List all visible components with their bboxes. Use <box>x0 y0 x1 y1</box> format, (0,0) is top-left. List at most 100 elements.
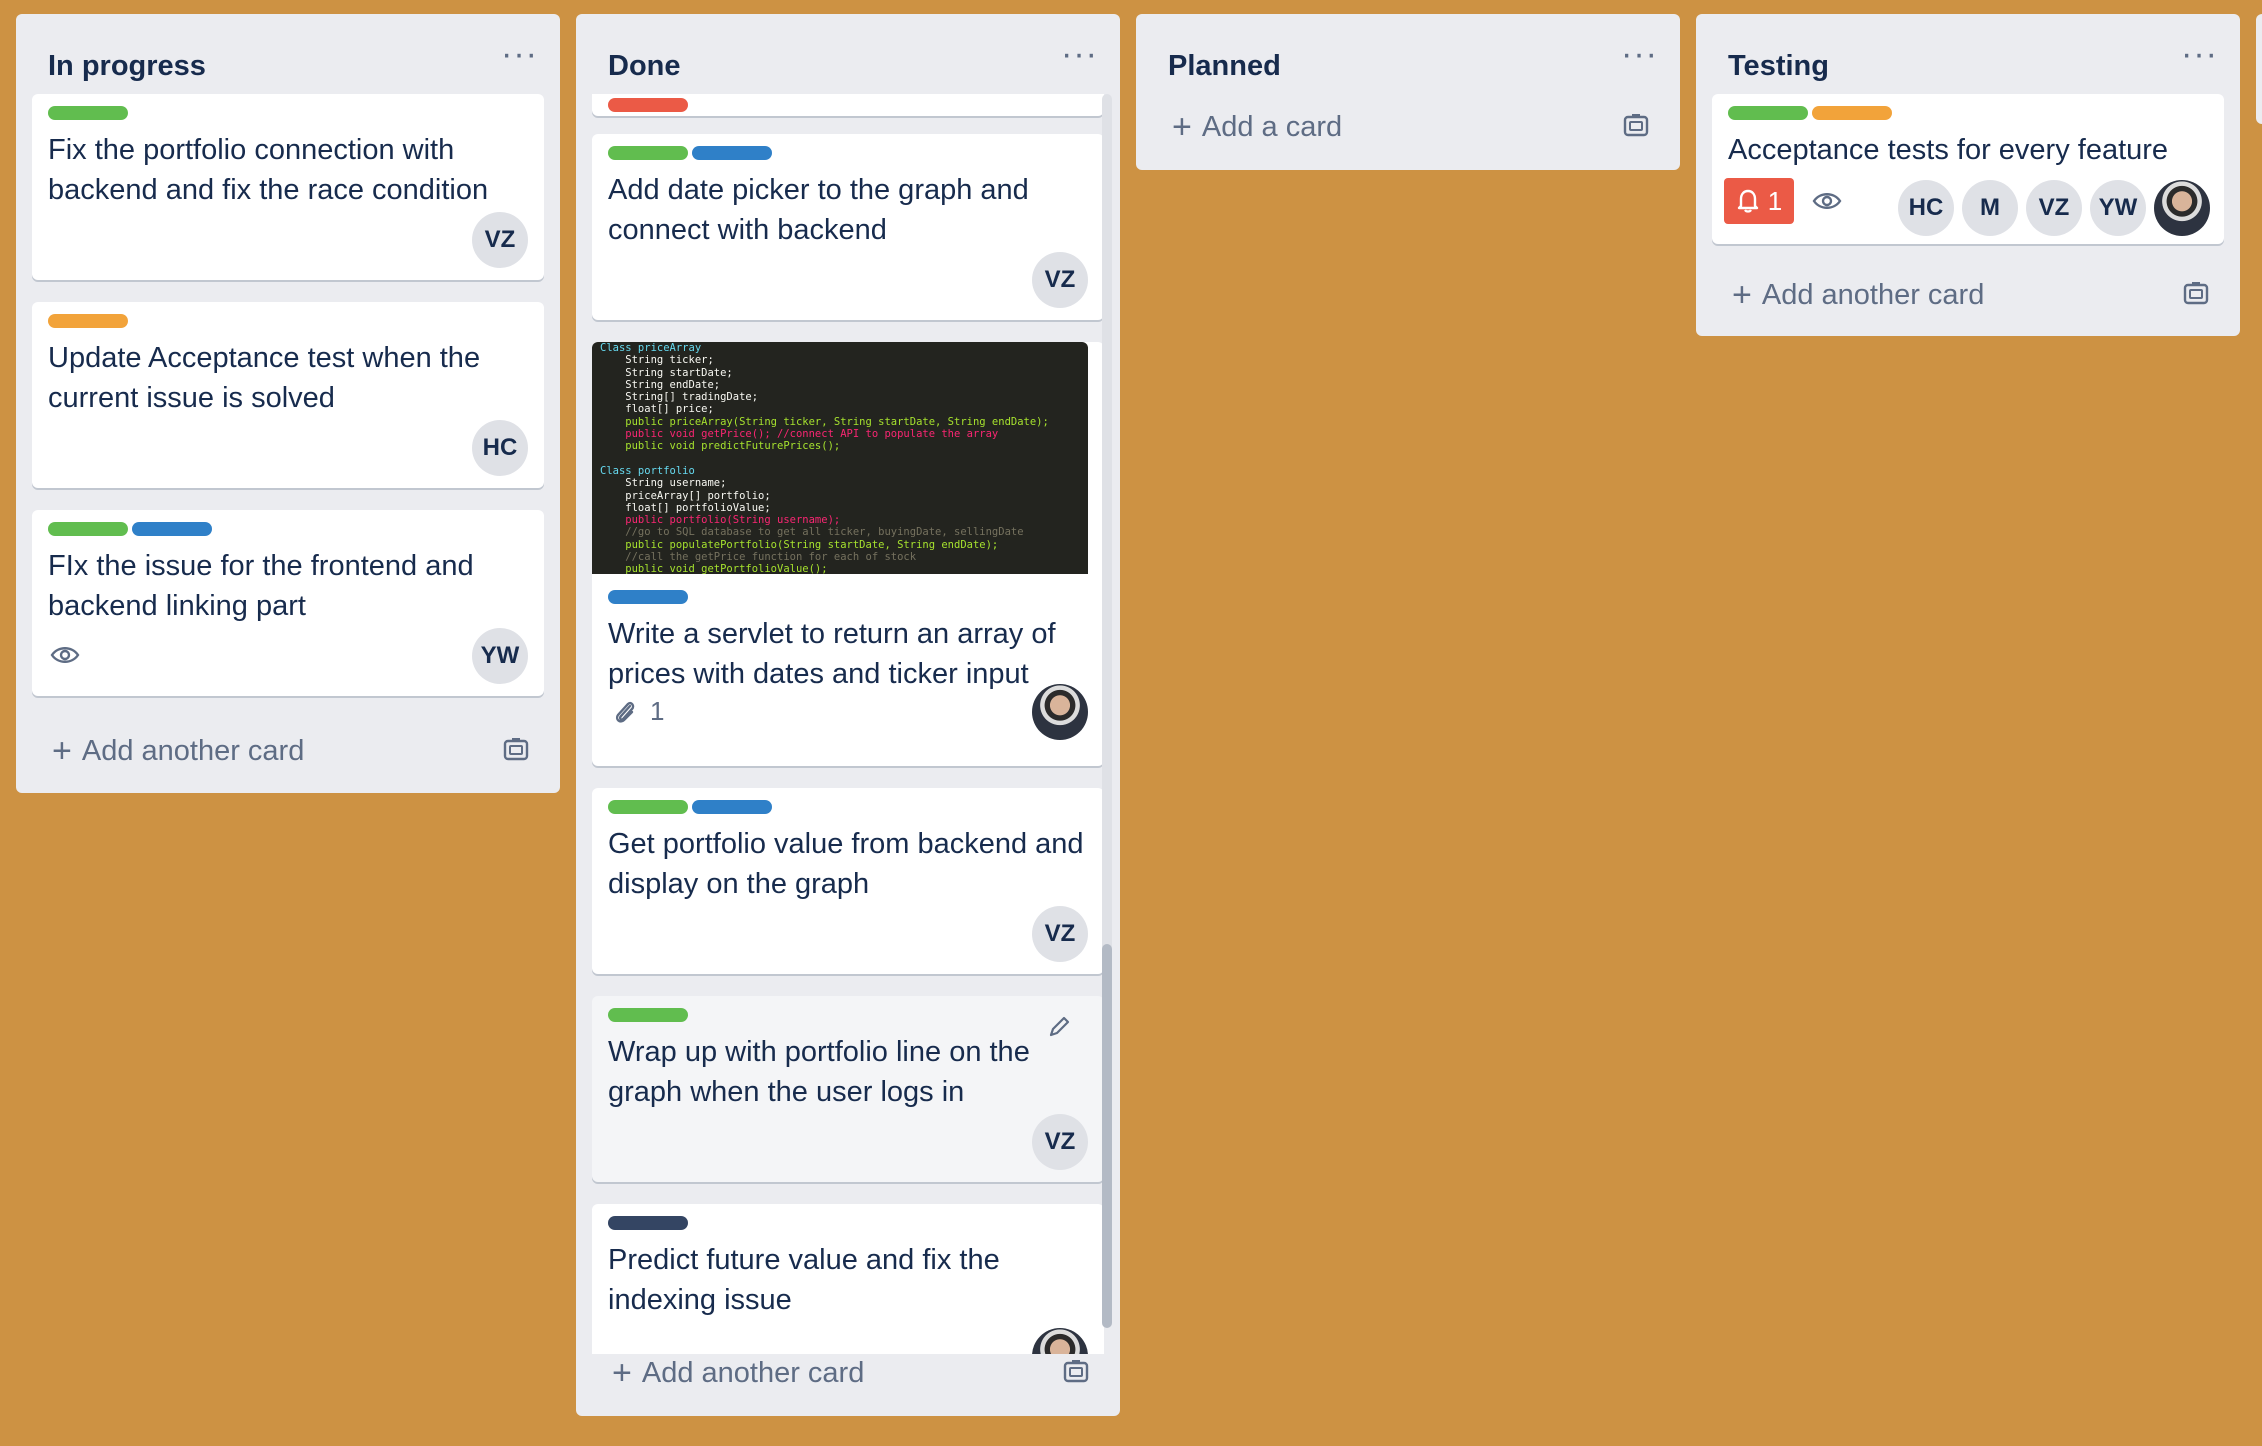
label-green[interactable] <box>608 146 688 160</box>
code-line: priceArray[] portfolio; <box>600 489 771 502</box>
code-line: String endDate; <box>600 378 721 391</box>
add-card-button[interactable]: + Add another card <box>612 1354 864 1393</box>
member-avatar-photo[interactable] <box>1032 684 1088 740</box>
card[interactable]: Get portfolio value from backend and dis… <box>592 788 1104 974</box>
code-line: String[] tradingDate; <box>600 391 759 404</box>
add-card-button[interactable]: + Add another card <box>52 732 304 771</box>
card-title: Predict future value and fix the indexin… <box>608 1244 1000 1316</box>
member-avatar-photo[interactable] <box>1032 1328 1088 1354</box>
card[interactable]: Add date picker to the graph and connect… <box>592 134 1104 320</box>
card-labels[interactable] <box>608 800 776 814</box>
card-labels[interactable] <box>608 146 776 160</box>
plus-icon: + <box>1172 108 1192 146</box>
card-partial[interactable] <box>592 94 1104 116</box>
card-title: FIx the issue for the frontend and backe… <box>48 550 474 622</box>
code-line: Class portfolio <box>600 464 695 477</box>
label-green[interactable] <box>608 800 688 814</box>
card-template-icon[interactable] <box>502 736 530 764</box>
code-line: float[] price; <box>600 403 714 416</box>
notification-badge[interactable]: 1 <box>1724 178 1794 224</box>
list-title[interactable]: Planned <box>1168 50 1281 83</box>
member-avatar[interactable]: VZ <box>2026 180 2082 236</box>
code-line: public portfolio(String username); <box>600 514 841 527</box>
scrollbar-thumb[interactable] <box>1102 944 1112 1328</box>
member-avatar[interactable]: YW <box>2090 180 2146 236</box>
label-orange[interactable] <box>48 314 128 328</box>
eye-icon <box>1812 193 1842 209</box>
label-green[interactable] <box>48 106 128 120</box>
code-line: Class priceArray <box>600 342 702 354</box>
code-line: //call the getPrice function for each of… <box>600 551 917 564</box>
list-menu-button[interactable]: ··· <box>501 37 538 71</box>
label-blue[interactable] <box>692 146 772 160</box>
card-title: Acceptance tests for every feature <box>1728 134 2169 166</box>
card-hovered[interactable]: Wrap up with portfolio line on the graph… <box>592 996 1104 1182</box>
member-avatar[interactable]: VZ <box>1032 252 1088 308</box>
plus-icon: + <box>612 1354 632 1392</box>
card-template-icon[interactable] <box>1622 112 1650 140</box>
card-title: Add date picker to the graph and connect… <box>608 174 1029 246</box>
member-avatar[interactable]: VZ <box>472 212 528 268</box>
code-line: public void getPrice(); //connect API to… <box>600 428 999 441</box>
add-card-button[interactable]: + Add another card <box>1732 276 1984 315</box>
list-menu-button[interactable]: ··· <box>1621 37 1658 71</box>
label-blue[interactable] <box>132 522 212 536</box>
card[interactable]: Predict future value and fix the indexin… <box>592 1204 1104 1354</box>
member-avatar[interactable]: HC <box>1898 180 1954 236</box>
card-cover-image[interactable]: Class priceArray String ticker; String s… <box>592 342 1088 574</box>
member-avatar[interactable]: VZ <box>1032 906 1088 962</box>
label-navy[interactable] <box>608 1216 688 1230</box>
card[interactable]: Fix the portfolio connection with backen… <box>32 94 544 280</box>
card-labels[interactable] <box>608 1008 692 1022</box>
member-avatar[interactable]: VZ <box>1032 1114 1088 1170</box>
list-cards-scroll[interactable]: Add date picker to the graph and connect… <box>576 94 1120 1354</box>
label-green[interactable] <box>1728 106 1808 120</box>
code-line: //go to SQL database to get all ticker, … <box>600 526 1024 539</box>
plus-icon: + <box>52 732 72 770</box>
add-card-label: Add a card <box>1201 111 1343 143</box>
list-title[interactable]: Done <box>608 50 681 83</box>
card-title: Update Acceptance test when the current … <box>48 342 481 414</box>
label-green[interactable] <box>608 1008 688 1022</box>
card-labels[interactable] <box>1728 106 1896 120</box>
add-card-label: Add another card <box>81 735 305 767</box>
list-done: Done ··· Add date picker to the graph an… <box>576 14 1120 1416</box>
next-list-edge <box>2256 14 2262 124</box>
member-avatar[interactable]: YW <box>472 628 528 684</box>
card-labels[interactable] <box>48 522 216 536</box>
member-avatar[interactable]: M <box>1962 180 2018 236</box>
card[interactable]: Update Acceptance test when the current … <box>32 302 544 488</box>
card-template-icon[interactable] <box>1062 1358 1090 1386</box>
code-line: String startDate; <box>600 366 733 379</box>
label-blue[interactable] <box>692 800 772 814</box>
add-card-button[interactable]: + Add a card <box>1172 108 1342 147</box>
label-blue[interactable] <box>608 590 688 604</box>
list-header: In progress ··· <box>16 14 560 94</box>
label-orange[interactable] <box>1812 106 1892 120</box>
add-card-label: Add another card <box>1761 279 1985 311</box>
edit-pencil-icon[interactable] <box>1046 1014 1072 1040</box>
card-template-icon[interactable] <box>2182 280 2210 308</box>
card-labels[interactable] <box>608 1216 692 1230</box>
card-labels[interactable] <box>48 106 132 120</box>
member-avatar-photo[interactable] <box>2154 180 2210 236</box>
label-green[interactable] <box>48 522 128 536</box>
code-line: public populatePortfolio(String startDat… <box>600 538 999 551</box>
member-avatar[interactable]: HC <box>472 420 528 476</box>
card-labels[interactable] <box>608 590 692 604</box>
list-title[interactable]: Testing <box>1728 50 1829 83</box>
list-header: Done ··· <box>576 14 1120 94</box>
attachment-count: 1 <box>650 696 665 726</box>
list-header: Planned ··· <box>1136 14 1680 94</box>
attachment-icon <box>615 701 635 723</box>
card[interactable]: FIx the issue for the frontend and backe… <box>32 510 544 696</box>
label-red[interactable] <box>608 98 688 112</box>
card-title: Fix the portfolio connection with backen… <box>48 134 489 206</box>
card-title: Write a servlet to return an array of pr… <box>608 618 1056 690</box>
card-labels[interactable] <box>48 314 132 328</box>
list-menu-button[interactable]: ··· <box>2181 37 2218 71</box>
card[interactable]: Acceptance tests for every feature 1 HC … <box>1712 94 2224 244</box>
list-title[interactable]: In progress <box>48 50 206 83</box>
list-menu-button[interactable]: ··· <box>1061 37 1098 71</box>
add-card-label: Add another card <box>641 1357 865 1389</box>
